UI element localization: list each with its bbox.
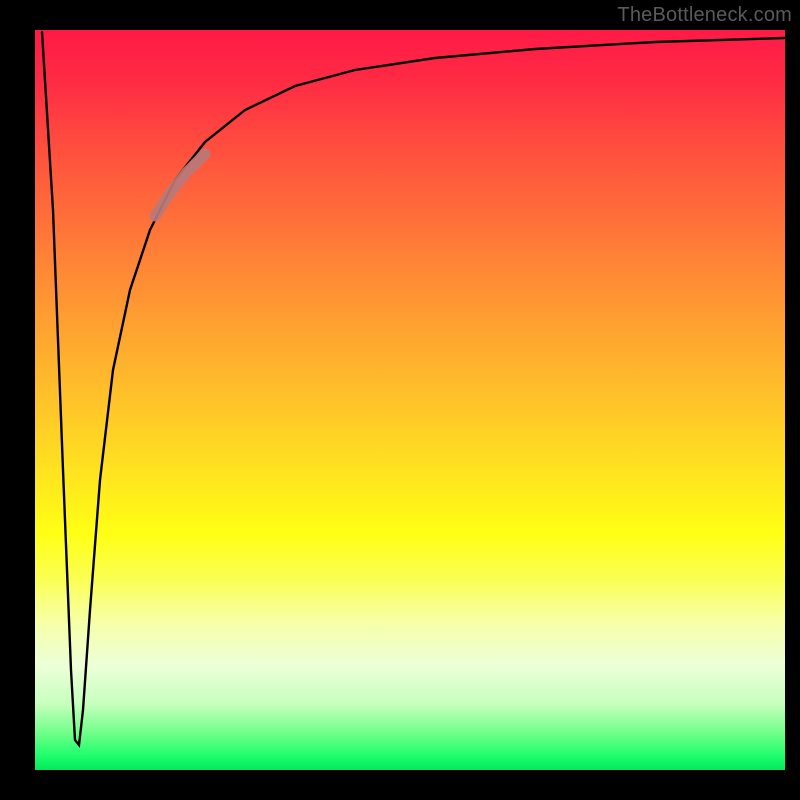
chart-plot-area <box>35 30 785 770</box>
bottleneck-curve-line <box>42 32 784 745</box>
attribution-watermark: TheBottleneck.com <box>617 4 792 27</box>
bottleneck-curve-svg <box>35 30 785 770</box>
highlight-segment <box>155 154 205 216</box>
